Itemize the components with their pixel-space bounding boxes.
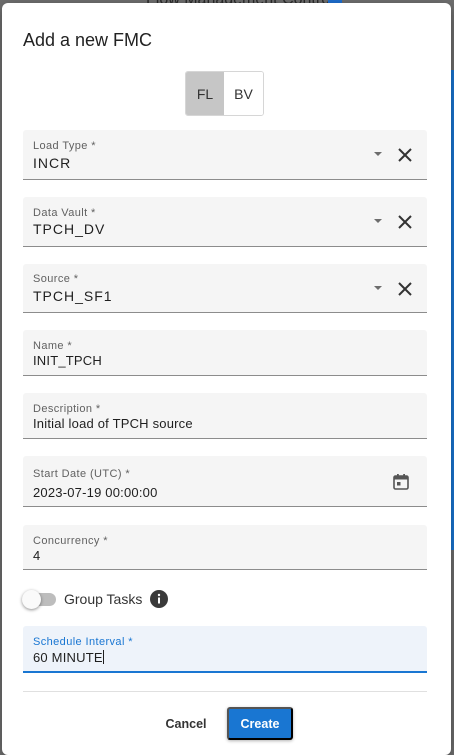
info-icon[interactable] — [150, 590, 169, 608]
dropdown-arrow-icon[interactable] — [374, 152, 382, 156]
schedule-interval-value[interactable]: 60 MINUTE — [33, 650, 104, 665]
toggle-knob[interactable] — [22, 589, 41, 609]
footer-divider — [23, 691, 427, 692]
description-value: Initial load of TPCH source — [33, 416, 193, 431]
dropdown-arrow-icon[interactable] — [374, 219, 382, 223]
clear-icon[interactable] — [397, 281, 413, 297]
load-type-label: Load Type * — [33, 140, 96, 152]
dropdown-arrow-icon[interactable] — [374, 286, 382, 290]
load-type-select[interactable]: Load Type * INCR — [23, 130, 427, 180]
load-type-value: INCR — [33, 155, 72, 171]
add-fmc-dialog: Add a new FMC FL BV Load Type * INCR Dat… — [2, 3, 451, 755]
data-vault-value: TPCH_DV — [33, 221, 106, 237]
clear-icon[interactable] — [397, 147, 413, 163]
name-label: Name * — [33, 340, 73, 352]
source-value: TPCH_SF1 — [33, 288, 113, 304]
source-label: Source * — [33, 273, 79, 285]
concurrency-value: 4 — [33, 548, 41, 563]
schedule-interval-label: Schedule Interval * — [33, 636, 133, 648]
cancel-button[interactable]: Cancel — [158, 708, 214, 740]
toggle-fl-button[interactable]: FL — [186, 72, 224, 115]
start-date-label: Start Date (UTC) * — [33, 468, 131, 480]
source-select[interactable]: Source * TPCH_SF1 — [23, 264, 427, 313]
dialog-title: Add a new FMC — [23, 30, 153, 50]
name-field[interactable]: Name * INIT_TPCH — [23, 330, 427, 376]
group-tasks-row: Group Tasks — [22, 588, 169, 610]
calendar-icon[interactable] — [392, 473, 410, 491]
group-tasks-label: Group Tasks — [64, 591, 143, 607]
data-vault-label: Data Vault * — [33, 207, 96, 219]
start-date-value: 2023-07-19 00:00:00 — [33, 485, 158, 500]
concurrency-label: Concurrency * — [33, 535, 108, 547]
type-toggle-group: FL BV — [185, 71, 264, 116]
data-vault-select[interactable]: Data Vault * TPCH_DV — [23, 197, 427, 247]
create-button[interactable]: Create — [227, 707, 293, 740]
text-caret — [102, 650, 104, 664]
name-value: INIT_TPCH — [33, 353, 102, 368]
schedule-interval-text: 60 MINUTE — [33, 650, 103, 665]
description-label: Description * — [33, 403, 101, 415]
group-tasks-toggle[interactable] — [22, 589, 56, 609]
description-field[interactable]: Description * Initial load of TPCH sourc… — [23, 393, 427, 439]
start-date-field[interactable]: Start Date (UTC) * 2023-07-19 00:00:00 — [23, 456, 427, 507]
clear-icon[interactable] — [397, 214, 413, 230]
concurrency-field[interactable]: Concurrency * 4 — [23, 525, 427, 570]
toggle-bv-button[interactable]: BV — [224, 72, 263, 115]
schedule-interval-field[interactable]: Schedule Interval * 60 MINUTE — [23, 626, 427, 673]
